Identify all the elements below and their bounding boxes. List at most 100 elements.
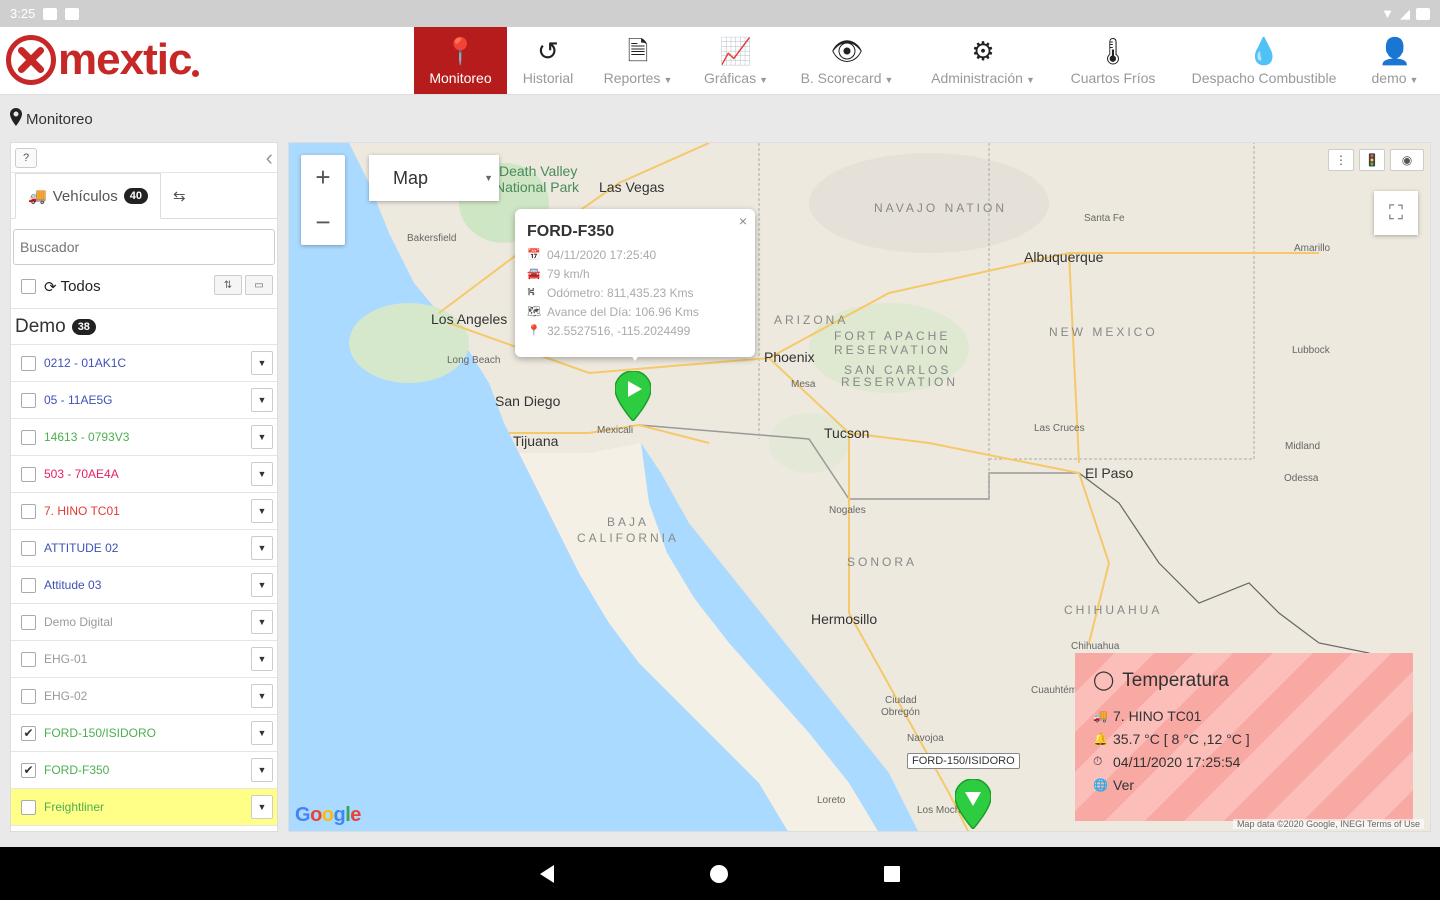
vehicle-options-button[interactable]: ▼ — [251, 647, 273, 671]
vehicle-row[interactable]: Attitude 03 ▼ — [11, 567, 277, 604]
vehicle-checkbox[interactable] — [21, 688, 36, 704]
vehicle-search-input[interactable] — [13, 229, 275, 265]
vehicle-marker-ford-f350[interactable] — [614, 370, 652, 423]
map-place-label: Las Cruces — [1034, 423, 1085, 434]
vehicle-options-button[interactable]: ▼ — [251, 462, 273, 486]
vehicle-options-button[interactable]: ▼ — [251, 573, 273, 597]
nav-historial[interactable]: ↺ Historial — [508, 27, 588, 94]
notification-icon — [43, 7, 58, 20]
traffic-light-icon[interactable]: 🚦 — [1359, 149, 1385, 171]
vehicle-options-button[interactable]: ▼ — [251, 425, 273, 449]
nav-label: Administración ▼ — [931, 70, 1035, 86]
vehicle-checkbox[interactable] — [21, 355, 36, 371]
vehicle-row[interactable]: ✔ FORD-F350 ▼ — [11, 752, 277, 789]
vehicle-checkbox[interactable] — [21, 651, 36, 667]
vehicle-checkbox[interactable] — [21, 429, 36, 445]
fuel-drop-icon: 💧 — [1247, 35, 1281, 66]
caret-down-icon: ▼ — [884, 74, 894, 85]
vehicle-row[interactable]: ✔ FORD-150/ISIDORO ▼ — [11, 715, 277, 752]
geofence-icon[interactable]: ◉ — [1390, 149, 1424, 171]
history-icon: ↺ — [537, 35, 559, 66]
home-icon[interactable] — [710, 864, 728, 883]
info-vehicle-name: FORD-F350 — [527, 223, 615, 240]
map-place-label: Midland — [1285, 441, 1321, 452]
vehicle-checkbox[interactable]: ✔ — [21, 725, 36, 741]
vehicle-options-button[interactable]: ▼ — [251, 795, 273, 819]
info-coords: 32.5527516, -115.2024499 — [547, 323, 691, 338]
vehicle-options-button[interactable]: ▼ — [251, 536, 273, 560]
vehicle-options-button[interactable]: ▼ — [251, 499, 273, 523]
truck-icon: 🚚 — [28, 188, 47, 205]
group-header[interactable]: Demo 38 — [11, 309, 277, 345]
vehicle-row[interactable]: 05 - 11AE5G ▼ — [11, 382, 277, 419]
vehicle-row[interactable]: 7. HINO TC01 ▼ — [11, 493, 277, 530]
nav-reportes[interactable]: 🗎 Reportes ▼ — [590, 27, 686, 94]
nav-demo[interactable]: 👤 demo ▼ — [1358, 27, 1432, 94]
vehicle-options-button[interactable]: ▼ — [251, 610, 273, 634]
vehicle-options-button[interactable]: ▼ — [251, 758, 273, 782]
map-view[interactable]: Death Valley National Park Las Vegas Bakers… — [288, 142, 1431, 832]
vehicle-row[interactable]: Freightliner ▼ — [11, 789, 277, 826]
map-place-label: CALIFORNIA — [577, 531, 680, 545]
vehicle-checkbox[interactable] — [21, 540, 36, 556]
select-all-checkbox[interactable] — [21, 279, 36, 294]
vehicle-options-button[interactable]: ▼ — [251, 351, 273, 375]
map-type-select[interactable]: Map ▼ — [369, 155, 499, 201]
map-place-label: Lubbock — [1292, 345, 1330, 356]
logo-mark-icon — [6, 35, 56, 85]
vehicle-row[interactable]: EHG-01 ▼ — [11, 641, 277, 678]
nav-monitoreo[interactable]: 📍 Monitoreo — [414, 27, 507, 94]
battery-icon — [1416, 7, 1430, 20]
vehicle-row[interactable]: 503 - 70AE4A ▼ — [11, 456, 277, 493]
help-button[interactable]: ? — [15, 148, 37, 168]
vehicle-checkbox[interactable]: ✔ — [21, 762, 36, 778]
map-place-label: Mesa — [791, 379, 816, 390]
vehicle-row[interactable]: 0212 - 01AK1C ▼ — [11, 345, 277, 382]
tab-vehicles[interactable]: 🚚 Vehículos 40 — [15, 173, 161, 219]
vehicle-row[interactable]: EHG-02 ▼ — [11, 678, 277, 715]
mextic-logo[interactable]: mextic — [6, 33, 200, 87]
temperature-alert-panel: ◯ Temperatura 🚚 7. HINO TC01 🔔 35.7 °C [ 8… — [1075, 653, 1413, 821]
vehicle-label: EHG-01 — [44, 652, 88, 666]
vehicle-row[interactable]: ATTITUDE 02 ▼ — [11, 530, 277, 567]
nav-administración[interactable]: ⚙ Administración ▼ — [912, 27, 1054, 94]
zoom-in-button[interactable]: + — [301, 155, 345, 200]
layers-icon[interactable]: ⋮ — [1328, 149, 1354, 171]
vehicle-label: 0212 - 01AK1C — [44, 356, 127, 370]
vehicle-checkbox[interactable] — [21, 614, 36, 630]
map-place-label: CHIHUAHUA — [1064, 603, 1163, 617]
sort-button[interactable]: ⇅ — [214, 275, 242, 295]
recent-apps-icon[interactable] — [884, 865, 900, 882]
nav-despacho-combustible[interactable]: 💧 Despacho Combustible — [1172, 27, 1356, 94]
vehicle-checkbox[interactable] — [21, 392, 36, 408]
vehicle-checkbox[interactable] — [21, 503, 36, 519]
vehicle-options-button[interactable]: ▼ — [251, 388, 273, 412]
back-icon[interactable] — [540, 864, 554, 883]
sidebar-tabs: 🚚 Vehículos 40 ⇆ — [11, 173, 277, 219]
nav-gráficas[interactable]: 📈 Gráficas ▼ — [690, 27, 782, 94]
tab-routes[interactable]: ⇆ — [161, 173, 198, 218]
zoom-out-button[interactable]: − — [301, 200, 345, 245]
temperature-title: Temperatura — [1122, 669, 1229, 691]
vehicle-checkbox[interactable] — [21, 466, 36, 482]
map-attribution[interactable]: Map data ©2020 Google, INEGI Terms of Us… — [1232, 819, 1424, 829]
nav-b-scorecard[interactable]: 👁 B. Scorecard ▼ — [786, 27, 908, 94]
temperature-view-link[interactable]: 🌐 Ver — [1093, 773, 1395, 796]
map-place-label: Tijuana — [513, 433, 559, 449]
nav-cuartos-fríos[interactable]: 🌡 Cuartos Fríos — [1056, 27, 1170, 94]
collapse-sidebar-icon[interactable]: ‹ — [266, 145, 273, 171]
vehicle-row[interactable]: Demo Digital ▼ — [11, 604, 277, 641]
vehicle-checkbox[interactable] — [21, 799, 36, 815]
close-icon[interactable]: × — [739, 213, 747, 229]
map-place-label: Los Angeles — [431, 311, 508, 327]
vehicle-label: Freightliner — [44, 800, 105, 814]
fullscreen-button[interactable]: ⛶ — [1374, 191, 1418, 235]
vehicle-marker-ford-150[interactable] — [954, 778, 992, 831]
vehicle-options-button[interactable]: ▼ — [251, 684, 273, 708]
map-type-label: Map — [393, 167, 429, 188]
list-view-button[interactable]: ▭ — [245, 275, 273, 295]
info-datetime-row: 📅 04/11/2020 17:25:40 — [527, 245, 743, 264]
vehicle-row[interactable]: 14613 - 0793V3 ▼ — [11, 419, 277, 456]
vehicle-options-button[interactable]: ▼ — [251, 721, 273, 745]
vehicle-checkbox[interactable] — [21, 577, 36, 593]
